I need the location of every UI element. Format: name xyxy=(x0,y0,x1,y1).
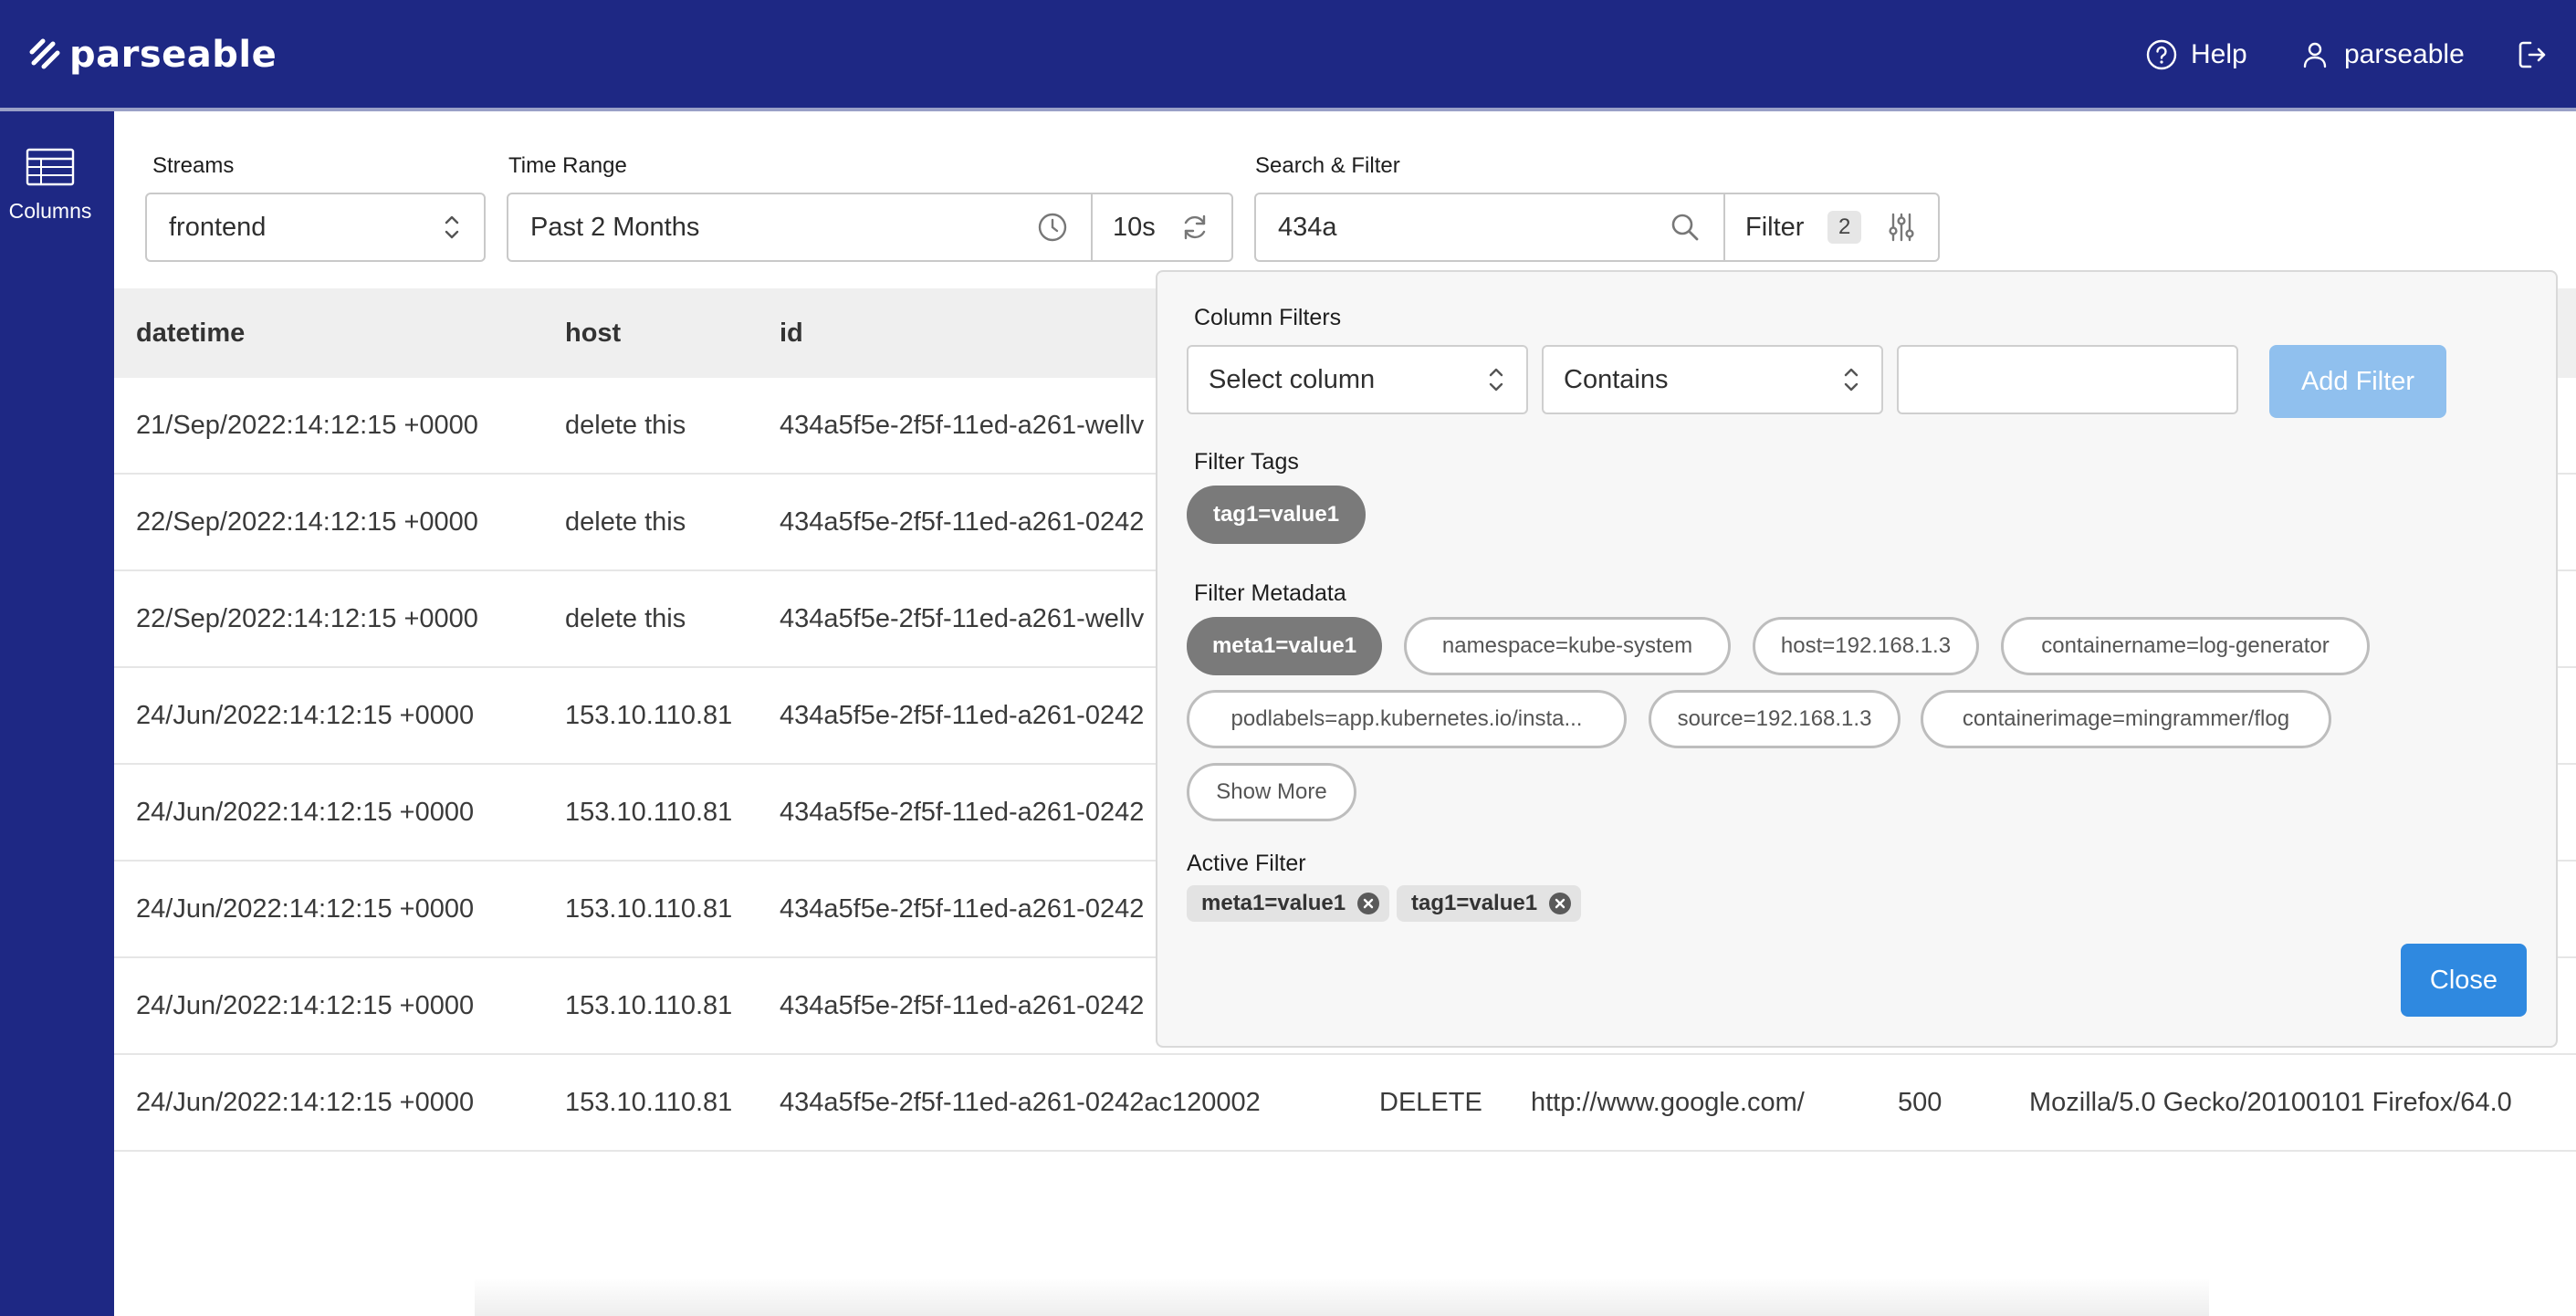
filter-metadata-label: Filter Metadata xyxy=(1194,580,1346,606)
streams-select[interactable]: frontend xyxy=(145,193,486,262)
filter-value-input[interactable] xyxy=(1897,345,2238,414)
cell-datetime: 21/Sep/2022:14:12:15 +0000 xyxy=(136,411,478,440)
search-input[interactable]: 434a xyxy=(1254,193,1725,262)
column-filters-label: Column Filters xyxy=(1194,305,1342,330)
refresh-icon xyxy=(1184,214,1206,240)
help-circle-icon xyxy=(2146,39,2177,70)
selector-arrows-icon xyxy=(445,215,459,239)
column-header-host[interactable]: host xyxy=(565,288,621,378)
column-header-datetime[interactable]: datetime xyxy=(136,288,245,378)
cell-datetime: 24/Jun/2022:14:12:15 +0000 xyxy=(136,1088,475,1117)
selector-arrows-icon xyxy=(1844,368,1859,392)
column-select-placeholder: Select column xyxy=(1209,364,1376,394)
user-icon xyxy=(2303,42,2327,68)
cell-id: 434a5f5e-2f5f-11ed-a261-0242 xyxy=(780,507,1145,537)
cell-user-agent: Mozilla/5.0 Gecko/20100101 Firefox/64.0 xyxy=(2029,1088,2512,1117)
cell-datetime: 24/Jun/2022:14:12:15 +0000 xyxy=(136,991,475,1020)
active-filter-text: meta1=value1 xyxy=(1201,891,1346,915)
left-sidebar: Columns xyxy=(0,111,114,1316)
cell-host: delete this xyxy=(565,411,686,440)
table-row[interactable]: 24/Jun/2022:14:12:15 +0000 153.10.110.81… xyxy=(114,1055,2576,1152)
bottom-shadow xyxy=(475,1278,2209,1316)
cell-id: 434a5f5e-2f5f-11ed-a261-wellv xyxy=(780,411,1145,440)
operator-select[interactable]: Contains xyxy=(1542,345,1883,414)
filter-button-label: Filter xyxy=(1745,212,1805,242)
cell-host: 153.10.110.81 xyxy=(565,798,733,827)
adjustments-icon xyxy=(1889,213,1914,242)
remove-filter-icon[interactable] xyxy=(1548,892,1572,915)
brand-logo[interactable]: parseable xyxy=(27,31,277,78)
metadata-pill[interactable]: podlabels=app.kubernetes.io/insta... xyxy=(1187,690,1627,748)
cell-url: http://www.google.com/ xyxy=(1531,1088,1805,1117)
filter-toggle-button[interactable]: Filter 2 xyxy=(1723,193,1940,262)
column-header-id[interactable]: id xyxy=(780,288,803,378)
active-filter-text: tag1=value1 xyxy=(1411,891,1538,915)
metadata-pill[interactable]: namespace=kube-system xyxy=(1404,617,1731,675)
parseable-logo-icon xyxy=(29,38,60,69)
add-filter-button[interactable]: Add Filter xyxy=(2269,345,2446,418)
cell-id: 434a5f5e-2f5f-11ed-a261-0242ac120002 xyxy=(780,1088,1261,1117)
metadata-pill[interactable]: source=192.168.1.3 xyxy=(1649,690,1901,748)
time-range-label: Time Range xyxy=(508,153,627,178)
remove-filter-icon[interactable] xyxy=(1356,892,1380,915)
cell-host: delete this xyxy=(565,507,686,537)
search-input-value: 434a xyxy=(1278,212,1337,242)
tag-pill[interactable]: tag1=value1 xyxy=(1187,486,1366,544)
cell-datetime: 24/Jun/2022:14:12:15 +0000 xyxy=(136,701,475,730)
logout-icon xyxy=(2518,41,2546,68)
time-range-select[interactable]: Past 2 Months xyxy=(507,193,1093,262)
filter-count-badge: 2 xyxy=(1827,211,1862,244)
help-button[interactable]: Help xyxy=(2145,37,2247,73)
cell-host: 153.10.110.81 xyxy=(565,894,733,924)
help-label: Help xyxy=(2191,39,2247,69)
time-range-value: Past 2 Months xyxy=(530,212,700,242)
cell-id: 434a5f5e-2f5f-11ed-a261-0242 xyxy=(780,798,1145,827)
column-select[interactable]: Select column xyxy=(1187,345,1528,414)
cell-id: 434a5f5e-2f5f-11ed-a261-0242 xyxy=(780,991,1145,1020)
username-label: parseable xyxy=(2344,39,2465,69)
active-filter-chip: meta1=value1 xyxy=(1187,885,1390,922)
sidebar-item-label: Columns xyxy=(8,199,92,223)
refresh-interval-value: 10s xyxy=(1113,212,1156,242)
active-filter-label: Active Filter xyxy=(1187,851,1306,876)
show-more-button[interactable]: Show More xyxy=(1187,763,1356,821)
active-filter-chip: tag1=value1 xyxy=(1397,885,1582,922)
brand-name: parseable xyxy=(69,34,277,76)
selector-arrows-icon xyxy=(1489,368,1503,392)
cell-datetime: 24/Jun/2022:14:12:15 +0000 xyxy=(136,798,475,827)
streams-label: Streams xyxy=(152,153,235,178)
cell-datetime: 24/Jun/2022:14:12:15 +0000 xyxy=(136,894,475,924)
clock-icon xyxy=(1038,213,1067,242)
search-filter-label: Search & Filter xyxy=(1255,153,1400,178)
logout-button[interactable] xyxy=(2516,37,2549,73)
filter-tags-label: Filter Tags xyxy=(1194,449,1299,475)
cell-status: 500 xyxy=(1898,1088,1942,1117)
cell-id: 434a5f5e-2f5f-11ed-a261-wellv xyxy=(780,604,1145,633)
cell-datetime: 22/Sep/2022:14:12:15 +0000 xyxy=(136,604,478,633)
top-navigation-bar: parseable Help parseable xyxy=(0,0,2576,111)
operator-selected-value: Contains xyxy=(1564,364,1669,394)
filter-panel: Column Filters Select column Contains Ad… xyxy=(1156,270,2558,1048)
metadata-pill[interactable]: meta1=value1 xyxy=(1187,617,1382,675)
metadata-pill[interactable]: containerimage=mingrammer/flog xyxy=(1921,690,2331,748)
cell-datetime: 22/Sep/2022:14:12:15 +0000 xyxy=(136,507,478,537)
cell-id: 434a5f5e-2f5f-11ed-a261-0242 xyxy=(780,701,1145,730)
cell-method: DELETE xyxy=(1379,1088,1482,1117)
cell-host: 153.10.110.81 xyxy=(565,991,733,1020)
streams-selected-value: frontend xyxy=(169,212,267,242)
cell-host: delete this xyxy=(565,604,686,633)
cell-id: 434a5f5e-2f5f-11ed-a261-0242 xyxy=(780,894,1145,924)
cell-host: 153.10.110.81 xyxy=(565,1088,733,1117)
sidebar-item-columns[interactable]: Columns xyxy=(0,148,100,224)
refresh-interval-button[interactable]: 10s xyxy=(1091,193,1233,262)
search-icon[interactable] xyxy=(1669,211,1702,244)
cell-host: 153.10.110.81 xyxy=(565,701,733,730)
table-columns-icon xyxy=(26,148,75,186)
metadata-pill[interactable]: host=192.168.1.3 xyxy=(1753,617,1979,675)
user-menu-button[interactable]: parseable xyxy=(2299,37,2465,73)
close-button[interactable]: Close xyxy=(2401,944,2527,1017)
metadata-pill[interactable]: containername=log-generator xyxy=(2001,617,2370,675)
